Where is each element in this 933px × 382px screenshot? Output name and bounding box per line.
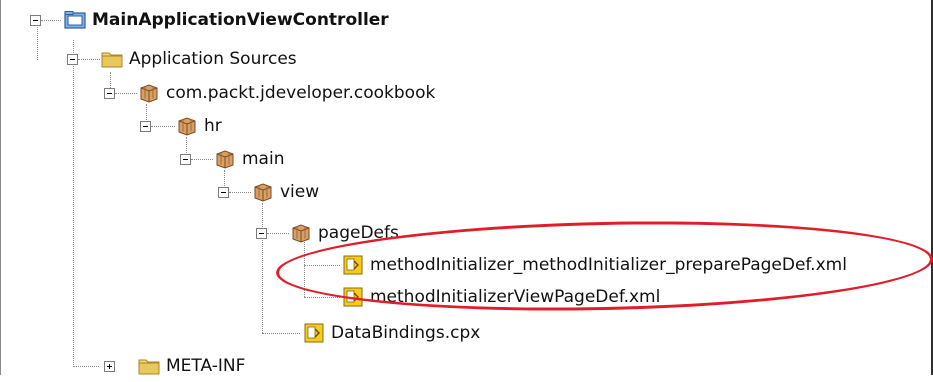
tree-node-file-databindings[interactable]: DataBindings.cpx — [303, 317, 480, 349]
collapse-toggle-hr[interactable] — [140, 121, 151, 132]
collapse-toggle-project[interactable] — [30, 15, 41, 26]
tree-node-package-cookbook[interactable]: com.packt.jdeveloper.cookbook — [138, 77, 435, 109]
collapse-toggle-cookbook[interactable] — [104, 88, 115, 99]
tree-node-label: MainApplicationViewController — [92, 10, 389, 30]
tree-connector — [267, 233, 289, 234]
expand-toggle-meta-inf[interactable] — [104, 361, 115, 372]
tree-node-project[interactable]: MainApplicationViewController — [64, 4, 389, 36]
tree-connector — [151, 126, 175, 127]
package-icon — [216, 150, 234, 169]
tree-connector — [262, 203, 263, 333]
package-icon — [254, 183, 272, 202]
tree-node-package-main[interactable]: main — [214, 143, 284, 175]
tree-node-package-hr[interactable]: hr — [176, 110, 222, 142]
package-icon — [178, 117, 196, 136]
xml-file-icon — [304, 323, 324, 343]
tree-node-label: META-INF — [166, 356, 246, 376]
tree-node-meta-inf[interactable]: META-INF — [138, 350, 245, 382]
tree-node-label: view — [280, 182, 320, 202]
tree-node-label: com.packt.jdeveloper.cookbook — [166, 83, 436, 103]
collapse-toggle-view[interactable] — [218, 187, 229, 198]
tree-node-label: Application Sources — [129, 49, 297, 69]
tree-node-package-view[interactable]: view — [252, 176, 319, 208]
project-navigator-tree: MainApplicationViewController Applicatio… — [0, 0, 933, 376]
folder-icon — [138, 359, 160, 375]
tree-connector — [78, 59, 100, 60]
tree-connector — [229, 192, 251, 193]
tree-connector — [191, 159, 213, 160]
tree-connector — [41, 20, 61, 21]
collapse-toggle-pagedefs[interactable] — [256, 228, 267, 239]
tree-node-label: DataBindings.cpx — [331, 323, 481, 343]
tree-connector — [304, 297, 340, 298]
left-border — [0, 0, 1, 375]
tree-connector — [73, 40, 74, 367]
package-icon — [140, 84, 158, 103]
collapse-toggle-main[interactable] — [180, 154, 191, 165]
collapse-toggle-app-sources[interactable] — [67, 54, 78, 65]
tree-connector — [115, 93, 137, 94]
tree-connector — [37, 22, 38, 60]
package-icon — [292, 224, 310, 243]
tree-connector — [262, 333, 300, 334]
project-folder-icon — [64, 11, 86, 29]
tree-node-application-sources[interactable]: Application Sources — [101, 43, 297, 75]
tree-node-label: main — [242, 149, 285, 169]
tree-node-label: hr — [204, 116, 222, 136]
tree-connector — [73, 366, 99, 367]
folder-icon — [101, 52, 123, 68]
